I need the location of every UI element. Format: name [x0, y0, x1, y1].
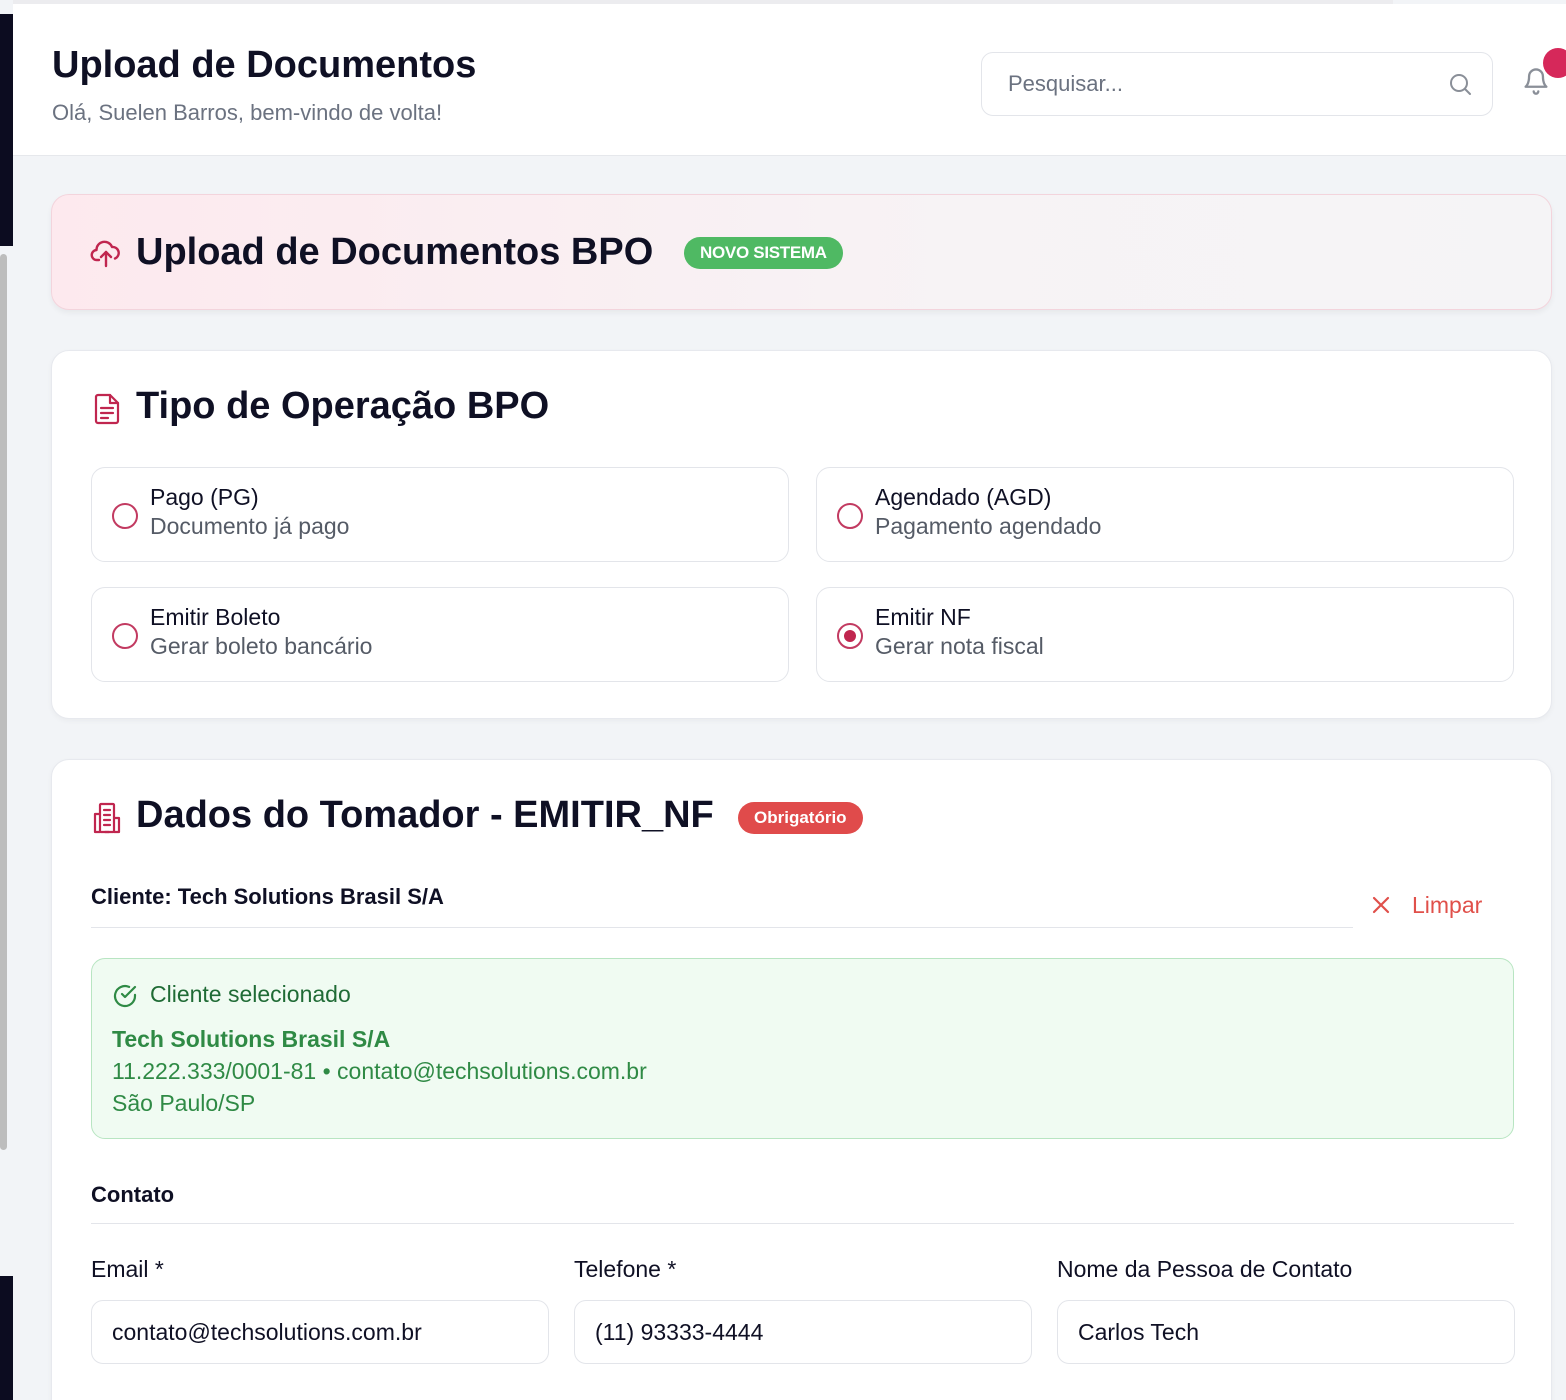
- radio-emitir-nf[interactable]: [837, 623, 863, 649]
- search-input[interactable]: [982, 53, 1432, 115]
- clear-label: Limpar: [1412, 891, 1483, 918]
- contact-name-label: Nome da Pessoa de Contato: [1057, 1256, 1353, 1282]
- tomador-card: Dados do Tomador - EMITIR_NF Obrigatório…: [51, 759, 1552, 1400]
- sidebar-edge-top: [0, 14, 13, 246]
- option-label: Agendado (AGD): [875, 484, 1052, 510]
- banner-title: Upload de Documentos BPO: [136, 231, 654, 273]
- option-emitir-nf[interactable]: Emitir NF Gerar nota fiscal: [816, 587, 1514, 682]
- option-pago[interactable]: Pago (PG) Documento já pago: [91, 467, 789, 562]
- selected-client-heading: Cliente selecionado: [150, 981, 351, 1007]
- page-title: Upload de Documentos: [52, 44, 477, 86]
- email-label: Email *: [91, 1256, 164, 1282]
- option-description: Documento já pago: [150, 513, 350, 539]
- contact-name-field[interactable]: [1057, 1300, 1515, 1364]
- new-system-badge: NOVO SISTEMA: [684, 237, 843, 269]
- search-box[interactable]: [981, 52, 1493, 116]
- radio-emitir-boleto[interactable]: [112, 623, 138, 649]
- search-icon[interactable]: [1448, 72, 1472, 96]
- operation-type-title: Tipo de Operação BPO: [136, 385, 550, 427]
- contact-section-header: Contato: [91, 1180, 1514, 1224]
- phone-label: Telefone *: [574, 1256, 677, 1282]
- operation-type-card: Tipo de Operação BPO Pago (PG) Documento…: [51, 350, 1552, 719]
- selected-client-city: São Paulo/SP: [112, 1090, 256, 1116]
- option-description: Pagamento agendado: [875, 513, 1102, 539]
- upload-banner: Upload de Documentos BPO NOVO SISTEMA: [51, 194, 1552, 310]
- welcome-subtitle: Olá, Suelen Barros, bem-vindo de volta!: [52, 100, 443, 125]
- option-emitir-boleto[interactable]: Emitir Boleto Gerar boleto bancário: [91, 587, 789, 682]
- option-label: Pago (PG): [150, 484, 259, 510]
- option-agendado[interactable]: Agendado (AGD) Pagamento agendado: [816, 467, 1514, 562]
- page-header: Upload de Documentos Olá, Suelen Barros,…: [13, 4, 1566, 156]
- option-label: Emitir NF: [875, 604, 971, 630]
- document-icon: [94, 393, 120, 425]
- notification-badge[interactable]: [1543, 48, 1566, 78]
- radio-agendado[interactable]: [837, 503, 863, 529]
- sidebar-edge-bottom: [0, 1276, 13, 1400]
- close-icon: [1372, 896, 1390, 914]
- option-label: Emitir Boleto: [150, 604, 281, 630]
- building-icon: [93, 802, 121, 834]
- check-circle-icon: [113, 984, 137, 1008]
- tomador-title: Dados do Tomador - EMITIR_NF: [136, 794, 714, 836]
- scrollbar[interactable]: [0, 254, 7, 1150]
- client-search-field[interactable]: Cliente: Tech Solutions Brasil S/A: [91, 884, 1353, 928]
- email-field[interactable]: [91, 1300, 549, 1364]
- selected-client-box: Cliente selecionado Tech Solutions Brasi…: [91, 958, 1514, 1139]
- required-badge: Obrigatório: [738, 802, 863, 834]
- selected-client-meta: 11.222.333/0001-81 • contato@techsolutio…: [112, 1058, 647, 1084]
- selected-client-name: Tech Solutions Brasil S/A: [112, 1026, 391, 1052]
- clear-button[interactable]: Limpar: [1370, 888, 1482, 922]
- contact-section-title: Contato: [91, 1182, 175, 1207]
- phone-field[interactable]: [574, 1300, 1032, 1364]
- client-label: Cliente: Tech Solutions Brasil S/A: [91, 884, 444, 909]
- option-description: Gerar nota fiscal: [875, 633, 1044, 659]
- option-description: Gerar boleto bancário: [150, 633, 373, 659]
- radio-pago[interactable]: [112, 503, 138, 529]
- cloud-upload-icon: [90, 240, 120, 268]
